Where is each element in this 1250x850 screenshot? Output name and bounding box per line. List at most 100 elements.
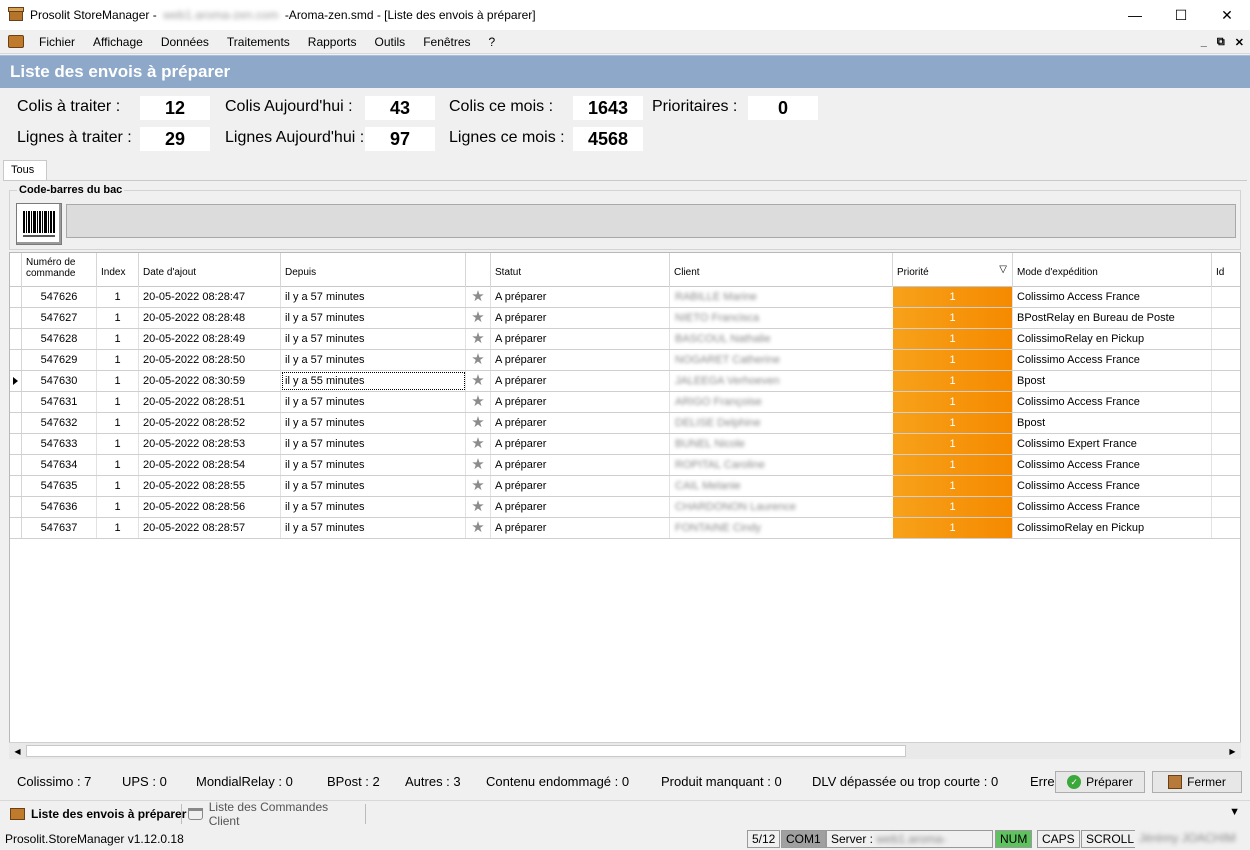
col-header-mode[interactable]: Mode d'expédition — [1013, 253, 1212, 287]
cell-numero[interactable]: 547635 — [22, 476, 97, 496]
cell-priorite[interactable]: 1 — [893, 434, 1013, 454]
tab-tous[interactable]: Tous — [3, 160, 47, 180]
cell-mode[interactable]: Colissimo Access France — [1013, 497, 1212, 517]
star-icon[interactable]: ★ — [466, 329, 491, 349]
table-row[interactable]: 547629 1 20-05-2022 08:28:50 il y a 57 minu… — [10, 350, 1240, 371]
cell-date[interactable]: 20-05-2022 08:28:52 — [139, 413, 281, 433]
cell-depuis[interactable]: il y a 57 minutes — [281, 329, 466, 349]
cell-id[interactable] — [1212, 476, 1240, 496]
cell-numero[interactable]: 547632 — [22, 413, 97, 433]
cell-statut[interactable]: A préparer — [491, 518, 670, 538]
cell-client[interactable]: JALEEGA Verhoeven — [670, 371, 893, 391]
cell-index[interactable]: 1 — [97, 392, 139, 412]
filter-icon[interactable]: ▽ — [999, 264, 1007, 275]
cell-numero[interactable]: 547634 — [22, 455, 97, 475]
cell-depuis[interactable]: il y a 57 minutes — [281, 287, 466, 307]
row-indicator[interactable] — [10, 455, 22, 475]
star-icon[interactable]: ★ — [466, 308, 491, 328]
cell-client[interactable]: RABILLE Marine — [670, 287, 893, 307]
menu-affichage[interactable]: Affichage — [84, 35, 152, 49]
cell-date[interactable]: 20-05-2022 08:28:57 — [139, 518, 281, 538]
cell-depuis[interactable]: il y a 57 minutes — [281, 350, 466, 370]
table-row[interactable]: 547632 1 20-05-2022 08:28:52 il y a 57 minu… — [10, 413, 1240, 434]
cell-depuis[interactable]: il y a 57 minutes — [281, 518, 466, 538]
star-icon[interactable]: ★ — [466, 518, 491, 538]
cell-mode[interactable]: Colissimo Access France — [1013, 350, 1212, 370]
cell-index[interactable]: 1 — [97, 287, 139, 307]
mdi-restore-button[interactable]: ⧉ — [1217, 36, 1225, 49]
cell-depuis[interactable]: il y a 57 minutes — [281, 392, 466, 412]
cell-client[interactable]: ARIGO Françoise — [670, 392, 893, 412]
cell-id[interactable] — [1212, 350, 1240, 370]
cell-client[interactable]: BASCOUL Nathalie — [670, 329, 893, 349]
cell-client[interactable]: ROPITAL Caroline — [670, 455, 893, 475]
table-row[interactable]: 547627 1 20-05-2022 08:28:48 il y a 57 minu… — [10, 308, 1240, 329]
tabs-dropdown-icon[interactable]: ▼ — [1229, 806, 1240, 818]
cell-priorite[interactable]: 1 — [893, 287, 1013, 307]
mdi-minimize-button[interactable]: _ — [1201, 36, 1207, 48]
cell-statut[interactable]: A préparer — [491, 329, 670, 349]
cell-numero[interactable]: 547629 — [22, 350, 97, 370]
cell-priorite[interactable]: 1 — [893, 455, 1013, 475]
cell-statut[interactable]: A préparer — [491, 413, 670, 433]
close-button[interactable]: ✕ — [1204, 0, 1250, 30]
maximize-button[interactable]: ☐ — [1158, 0, 1204, 30]
row-indicator[interactable] — [10, 329, 22, 349]
mdi-close-button[interactable]: ✕ — [1235, 36, 1244, 49]
col-header-date[interactable]: Date d'ajout — [139, 253, 281, 287]
cell-priorite[interactable]: 1 — [893, 371, 1013, 391]
col-header-numero[interactable]: Numéro de commande — [22, 253, 97, 287]
cell-date[interactable]: 20-05-2022 08:28:55 — [139, 476, 281, 496]
menu-help[interactable]: ? — [480, 35, 505, 49]
doc-tab-commandes[interactable]: Liste des Commandes Client — [181, 800, 366, 828]
cell-date[interactable]: 20-05-2022 08:28:49 — [139, 329, 281, 349]
row-indicator[interactable] — [10, 287, 22, 307]
col-header-index[interactable]: Index — [97, 253, 139, 287]
col-header-depuis[interactable]: Depuis — [281, 253, 466, 287]
cell-id[interactable] — [1212, 329, 1240, 349]
cell-statut[interactable]: A préparer — [491, 455, 670, 475]
cell-index[interactable]: 1 — [97, 497, 139, 517]
menu-fichier[interactable]: Fichier — [30, 35, 84, 49]
cell-id[interactable] — [1212, 497, 1240, 517]
star-icon[interactable]: ★ — [466, 476, 491, 496]
star-icon[interactable]: ★ — [466, 392, 491, 412]
table-row[interactable]: 547637 1 20-05-2022 08:28:57 il y a 57 minu… — [10, 518, 1240, 539]
cell-date[interactable]: 20-05-2022 08:28:48 — [139, 308, 281, 328]
cell-id[interactable] — [1212, 371, 1240, 391]
cell-client[interactable]: CHARDONON Laurence — [670, 497, 893, 517]
col-header-id[interactable]: Id — [1212, 253, 1240, 287]
menu-traitements[interactable]: Traitements — [218, 35, 299, 49]
col-header-statut[interactable]: Statut — [491, 253, 670, 287]
horizontal-scrollbar[interactable]: ◀ ▶ — [9, 742, 1241, 759]
cell-mode[interactable]: Bpost — [1013, 371, 1212, 391]
cell-mode[interactable]: Colissimo Access France — [1013, 455, 1212, 475]
menu-rapports[interactable]: Rapports — [299, 35, 366, 49]
table-row[interactable]: 547634 1 20-05-2022 08:28:54 il y a 57 minu… — [10, 455, 1240, 476]
star-icon[interactable]: ★ — [466, 455, 491, 475]
row-indicator[interactable] — [10, 308, 22, 328]
menu-outils[interactable]: Outils — [366, 35, 415, 49]
row-indicator[interactable] — [10, 518, 22, 538]
cell-numero[interactable]: 547636 — [22, 497, 97, 517]
star-icon[interactable]: ★ — [466, 497, 491, 517]
cell-index[interactable]: 1 — [97, 434, 139, 454]
star-icon[interactable]: ★ — [466, 434, 491, 454]
cell-statut[interactable]: A préparer — [491, 476, 670, 496]
cell-mode[interactable]: BPostRelay en Bureau de Poste — [1013, 308, 1212, 328]
cell-index[interactable]: 1 — [97, 350, 139, 370]
cell-date[interactable]: 20-05-2022 08:28:54 — [139, 455, 281, 475]
cell-client[interactable]: FONTAINE Cindy — [670, 518, 893, 538]
doc-tab-envois[interactable]: Liste des envois à préparer — [4, 804, 192, 824]
cell-mode[interactable]: Colissimo Access France — [1013, 392, 1212, 412]
table-row[interactable]: 547635 1 20-05-2022 08:28:55 il y a 57 minu… — [10, 476, 1240, 497]
cell-statut[interactable]: A préparer — [491, 497, 670, 517]
table-row[interactable]: 547633 1 20-05-2022 08:28:53 il y a 57 minu… — [10, 434, 1240, 455]
cell-index[interactable]: 1 — [97, 371, 139, 391]
cell-mode[interactable]: Colissimo Expert France — [1013, 434, 1212, 454]
preparer-button[interactable]: ✓ Préparer — [1055, 771, 1145, 793]
cell-depuis[interactable]: il y a 57 minutes — [281, 413, 466, 433]
cell-statut[interactable]: A préparer — [491, 434, 670, 454]
minimize-button[interactable]: — — [1112, 0, 1158, 30]
cell-numero[interactable]: 547626 — [22, 287, 97, 307]
